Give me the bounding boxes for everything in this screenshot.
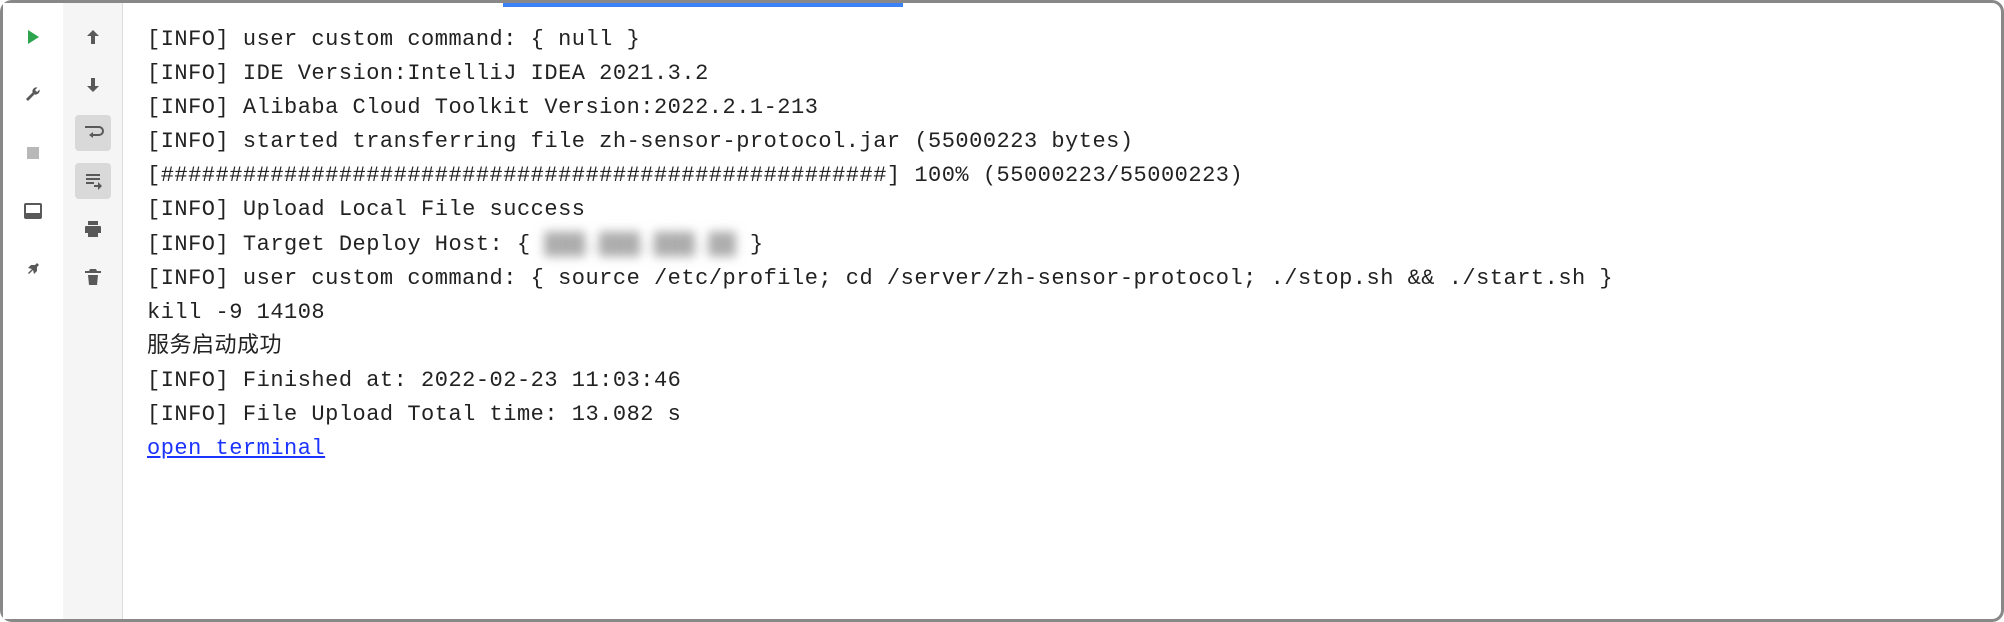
log-line: [INFO] Finished at: 2022-02-23 11:03:46 xyxy=(147,364,1977,398)
gutter-right xyxy=(63,3,123,619)
log-line: [INFO] Alibaba Cloud Toolkit Version:202… xyxy=(147,91,1977,125)
gutter-left xyxy=(3,3,63,619)
log-line: [#######################################… xyxy=(147,159,1977,193)
console-output[interactable]: [INFO] user custom command: { null } [IN… xyxy=(123,3,2001,619)
log-line: [INFO] File Upload Total time: 13.082 s xyxy=(147,398,1977,432)
log-line: [INFO] Upload Local File success xyxy=(147,193,1977,227)
print-icon[interactable] xyxy=(75,211,111,247)
log-line: [INFO] user custom command: { null } xyxy=(147,23,1977,57)
masked-host: ███.███.███.██ xyxy=(544,232,736,257)
scroll-to-end-icon[interactable] xyxy=(75,163,111,199)
log-line: [INFO] started transferring file zh-sens… xyxy=(147,125,1977,159)
console-panel: [INFO] user custom command: { null } [IN… xyxy=(0,0,2004,622)
log-line: [INFO] IDE Version:IntelliJ IDEA 2021.3.… xyxy=(147,57,1977,91)
pin-icon[interactable] xyxy=(15,251,51,287)
arrow-down-icon[interactable] xyxy=(75,67,111,103)
arrow-up-icon[interactable] xyxy=(75,19,111,55)
trash-icon[interactable] xyxy=(75,259,111,295)
wrench-icon[interactable] xyxy=(15,77,51,113)
run-icon[interactable] xyxy=(15,19,51,55)
active-tab-indicator xyxy=(503,3,903,7)
layout-icon[interactable] xyxy=(15,193,51,229)
soft-wrap-icon[interactable] xyxy=(75,115,111,151)
log-line: [INFO] user custom command: { source /et… xyxy=(147,262,1977,296)
log-line: kill -9 14108 xyxy=(147,296,1977,330)
open-terminal-link[interactable]: open terminal xyxy=(147,436,325,461)
stop-icon xyxy=(15,135,51,171)
log-line: [INFO] Target Deploy Host: { ███.███.███… xyxy=(147,228,1977,262)
log-line: 服务启动成功 xyxy=(147,330,1977,364)
